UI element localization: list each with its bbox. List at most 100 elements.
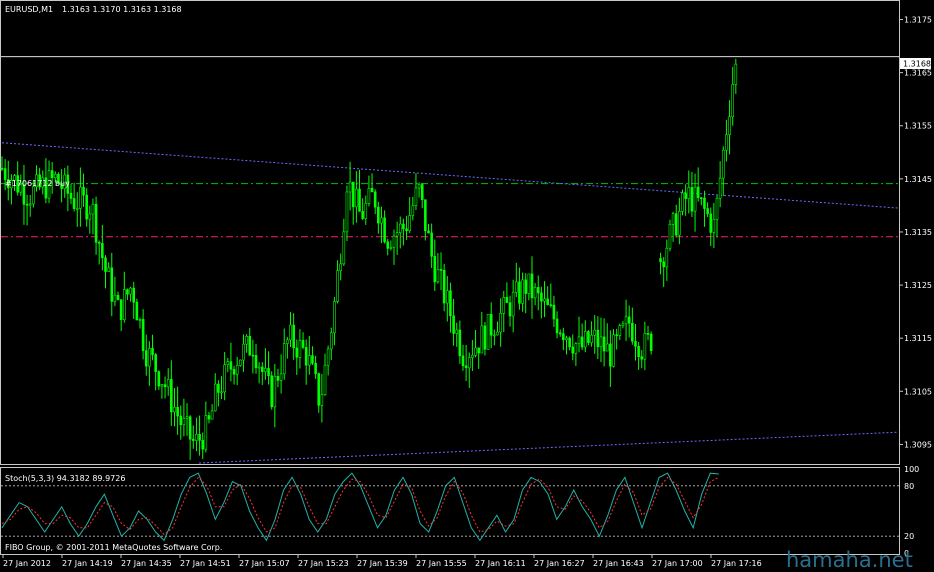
candle-body (486, 314, 490, 350)
candle-body (345, 191, 349, 233)
candle-body (50, 170, 54, 179)
candle-body (496, 331, 499, 336)
symbol-label: EURUSD,M1 (5, 5, 53, 14)
candle-body (508, 302, 512, 317)
candle-body (207, 415, 211, 420)
candle-body (91, 203, 95, 215)
price-tick-label: 1.3135 (904, 228, 932, 237)
candle-body (433, 256, 437, 283)
candle-body (204, 415, 208, 450)
time-tick-label: 27 Jan 15:07 (239, 559, 290, 568)
lower-trendline (199, 431, 899, 464)
current-price-label: 1.3168 (903, 60, 931, 69)
candle-body (85, 194, 88, 220)
candle-body (700, 197, 703, 199)
candle-body (251, 354, 255, 357)
candle-body (471, 355, 474, 358)
candle-body (245, 336, 248, 345)
stoch-main-line (1, 472, 719, 542)
candle-body (436, 269, 440, 283)
candle-body (452, 315, 455, 334)
candle-body (533, 287, 537, 299)
candle-body (282, 343, 286, 375)
candle-body (160, 384, 164, 387)
watermark: hamaha.net (786, 548, 913, 572)
candle-body (373, 191, 377, 208)
candle-body (239, 359, 242, 366)
candle-body (420, 184, 424, 200)
candle-body (540, 292, 543, 302)
candle-body (126, 289, 129, 295)
chart-canvas: 1.3175 1.3165 1.3155 1.3145 1.3135 1.3125 1.31… (0, 0, 932, 568)
candle-body (408, 215, 411, 232)
candle-body (668, 223, 672, 249)
candle-body (308, 355, 311, 366)
candle-body (627, 316, 631, 324)
candle-body (477, 347, 480, 354)
candle-body (276, 376, 280, 381)
candle-body (377, 206, 380, 224)
candle-body (101, 243, 104, 259)
candle-body (97, 242, 101, 244)
candle-body (615, 334, 618, 337)
candle-body (28, 203, 32, 206)
candle-body (201, 440, 205, 450)
candle-body (643, 333, 647, 360)
candle-body (257, 366, 261, 369)
candle-body (402, 223, 405, 230)
copyright-label: FIBO Group, © 2001-2011 MetaQuotes Softw… (5, 543, 222, 552)
price-tick-label: 1.3105 (904, 387, 932, 396)
candle-body (439, 269, 443, 271)
price-tick-label: 1.3115 (904, 334, 932, 343)
candle-body (248, 336, 252, 356)
candle-body (295, 347, 299, 358)
candle-body (264, 368, 267, 372)
candle-body (405, 228, 408, 232)
candle-body (518, 281, 521, 304)
candle-body (474, 347, 477, 356)
candle-body (712, 219, 716, 233)
candle-body (502, 297, 506, 314)
candle-body (0, 167, 4, 170)
candle-body (671, 213, 675, 225)
candle-body (198, 434, 201, 441)
candle-body (449, 290, 452, 317)
candle-body (649, 333, 653, 352)
candle-body (229, 361, 233, 370)
candle-body (392, 235, 396, 248)
candle-body (515, 281, 518, 293)
candle-body (574, 343, 578, 354)
candle-body (116, 294, 120, 300)
candle-body (179, 415, 183, 426)
candle-body (546, 298, 549, 305)
candle-body (154, 354, 157, 372)
candle-body (3, 168, 7, 180)
candle-body (618, 325, 622, 336)
candle-body (678, 211, 681, 236)
candle-body (499, 313, 502, 333)
time-tick-label: 27 Jan 17:00 (652, 559, 703, 568)
candle-body (624, 316, 628, 325)
candle-body (254, 355, 258, 369)
candle-body (602, 336, 606, 352)
candle-body (703, 197, 706, 209)
candle-body (558, 332, 562, 335)
candle-body (587, 331, 590, 343)
candle-body (681, 192, 684, 212)
candle-body (524, 279, 528, 294)
candle-body (223, 364, 226, 393)
candle-body (571, 346, 575, 354)
candle-body (326, 348, 330, 366)
stoch-tick-label: 20 (904, 532, 914, 541)
candle-body (151, 348, 154, 355)
candle-body (662, 261, 665, 268)
time-tick-label: 27 Jan 17:16 (711, 559, 762, 568)
candle-body (351, 181, 355, 208)
candle-body (590, 334, 593, 343)
candle-body (631, 322, 634, 342)
candle-body (54, 173, 57, 179)
candle-body (483, 325, 487, 350)
candle-body (213, 383, 217, 412)
candle-body (424, 199, 427, 232)
candle-body (226, 361, 230, 366)
